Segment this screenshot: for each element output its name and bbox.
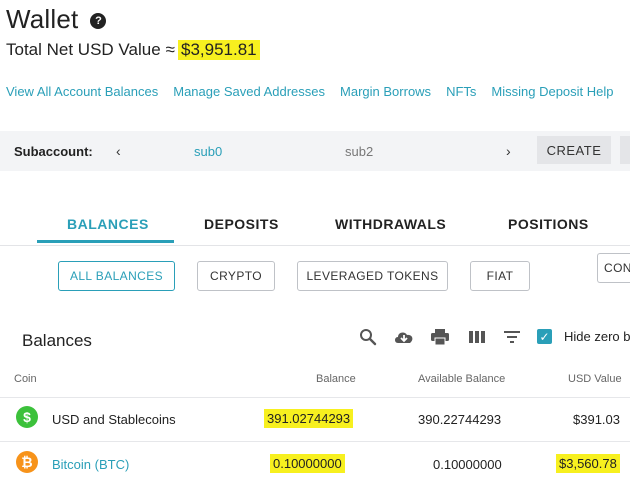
subaccount-label: Subaccount: xyxy=(14,143,93,159)
balance-value: 0.10000000 xyxy=(270,454,345,473)
filter-crypto[interactable]: CRYPTO xyxy=(197,261,275,291)
filter-all-balances[interactable]: ALL BALANCES xyxy=(58,261,175,291)
link-margin-borrows[interactable]: Margin Borrows xyxy=(340,84,431,99)
filter-fiat[interactable]: FIAT xyxy=(470,261,530,291)
balances-title: Balances xyxy=(22,331,92,350)
tab-balances[interactable]: BALANCES xyxy=(67,216,149,232)
column-header-usd: USD Value xyxy=(568,373,622,385)
hide-zero-toggle[interactable]: ✓ Hide zero b xyxy=(537,329,630,344)
active-tab-underline xyxy=(37,240,174,243)
usd-value: $391.03 xyxy=(573,412,620,427)
filter-convert[interactable]: CON xyxy=(597,253,630,283)
available-value: 0.10000000 xyxy=(433,457,502,472)
link-manage-saved-addresses[interactable]: Manage Saved Addresses xyxy=(173,84,325,99)
subaccount-bar: Subaccount: ‹ sub0 sub2 › CREATE xyxy=(0,131,630,171)
filter-leveraged-tokens[interactable]: LEVERAGED TOKENS xyxy=(297,261,448,291)
tabs-divider xyxy=(0,245,630,246)
header-divider xyxy=(0,397,630,398)
link-missing-deposit-help[interactable]: Missing Deposit Help xyxy=(491,84,613,99)
page-title: Wallet xyxy=(6,4,79,34)
usd-value: $3,560.78 xyxy=(556,454,620,473)
print-icon[interactable] xyxy=(430,328,450,346)
total-value: $3,951.81 xyxy=(178,40,260,60)
subaccount-item-sub0[interactable]: sub0 xyxy=(194,144,222,159)
bitcoin-icon: ₿ xyxy=(16,451,38,473)
title-row: Wallet ? xyxy=(6,4,107,35)
column-header-coin: Coin xyxy=(14,373,37,385)
dollar-coin-icon: $ xyxy=(16,406,38,428)
available-value: 390.22744293 xyxy=(418,412,502,427)
balance-value: 391.02744293 xyxy=(264,409,354,428)
help-icon[interactable]: ? xyxy=(90,12,107,29)
hide-zero-label: Hide zero b xyxy=(564,329,630,344)
column-header-available: Available Balance xyxy=(418,373,506,385)
tab-withdrawals[interactable]: WITHDRAWALS xyxy=(335,216,446,232)
column-header-balance: Balance xyxy=(316,373,356,385)
wallet-page: Wallet ? Total Net USD Value ≈ $3,951.81… xyxy=(0,0,630,480)
coin-name-link[interactable]: Bitcoin (BTC) xyxy=(52,457,129,472)
create-subaccount-button[interactable]: CREATE xyxy=(537,136,611,164)
row-divider xyxy=(0,441,630,442)
chevron-left-icon[interactable]: ‹ xyxy=(116,143,121,159)
total-label: Total Net USD Value xyxy=(6,40,161,59)
cloud-download-icon[interactable] xyxy=(393,328,415,346)
next-button-edge[interactable] xyxy=(620,136,630,164)
subaccount-item-sub2[interactable]: sub2 xyxy=(345,144,373,159)
link-view-all-balances[interactable]: View All Account Balances xyxy=(6,84,158,99)
total-net-value: Total Net USD Value ≈ $3,951.81 xyxy=(6,40,260,60)
link-nfts[interactable]: NFTs xyxy=(446,84,476,99)
chevron-right-icon[interactable]: › xyxy=(506,143,511,159)
approx-symbol: ≈ xyxy=(165,40,175,59)
search-icon[interactable] xyxy=(359,328,377,346)
checkmark-icon[interactable]: ✓ xyxy=(537,329,552,344)
filter-icon[interactable] xyxy=(503,328,521,346)
columns-icon[interactable] xyxy=(468,328,486,346)
tab-positions[interactable]: POSITIONS xyxy=(508,216,589,232)
wallet-links: View All Account Balances Manage Saved A… xyxy=(6,84,629,99)
tab-deposits[interactable]: DEPOSITS xyxy=(204,216,279,232)
coin-name: USD and Stablecoins xyxy=(52,412,176,427)
